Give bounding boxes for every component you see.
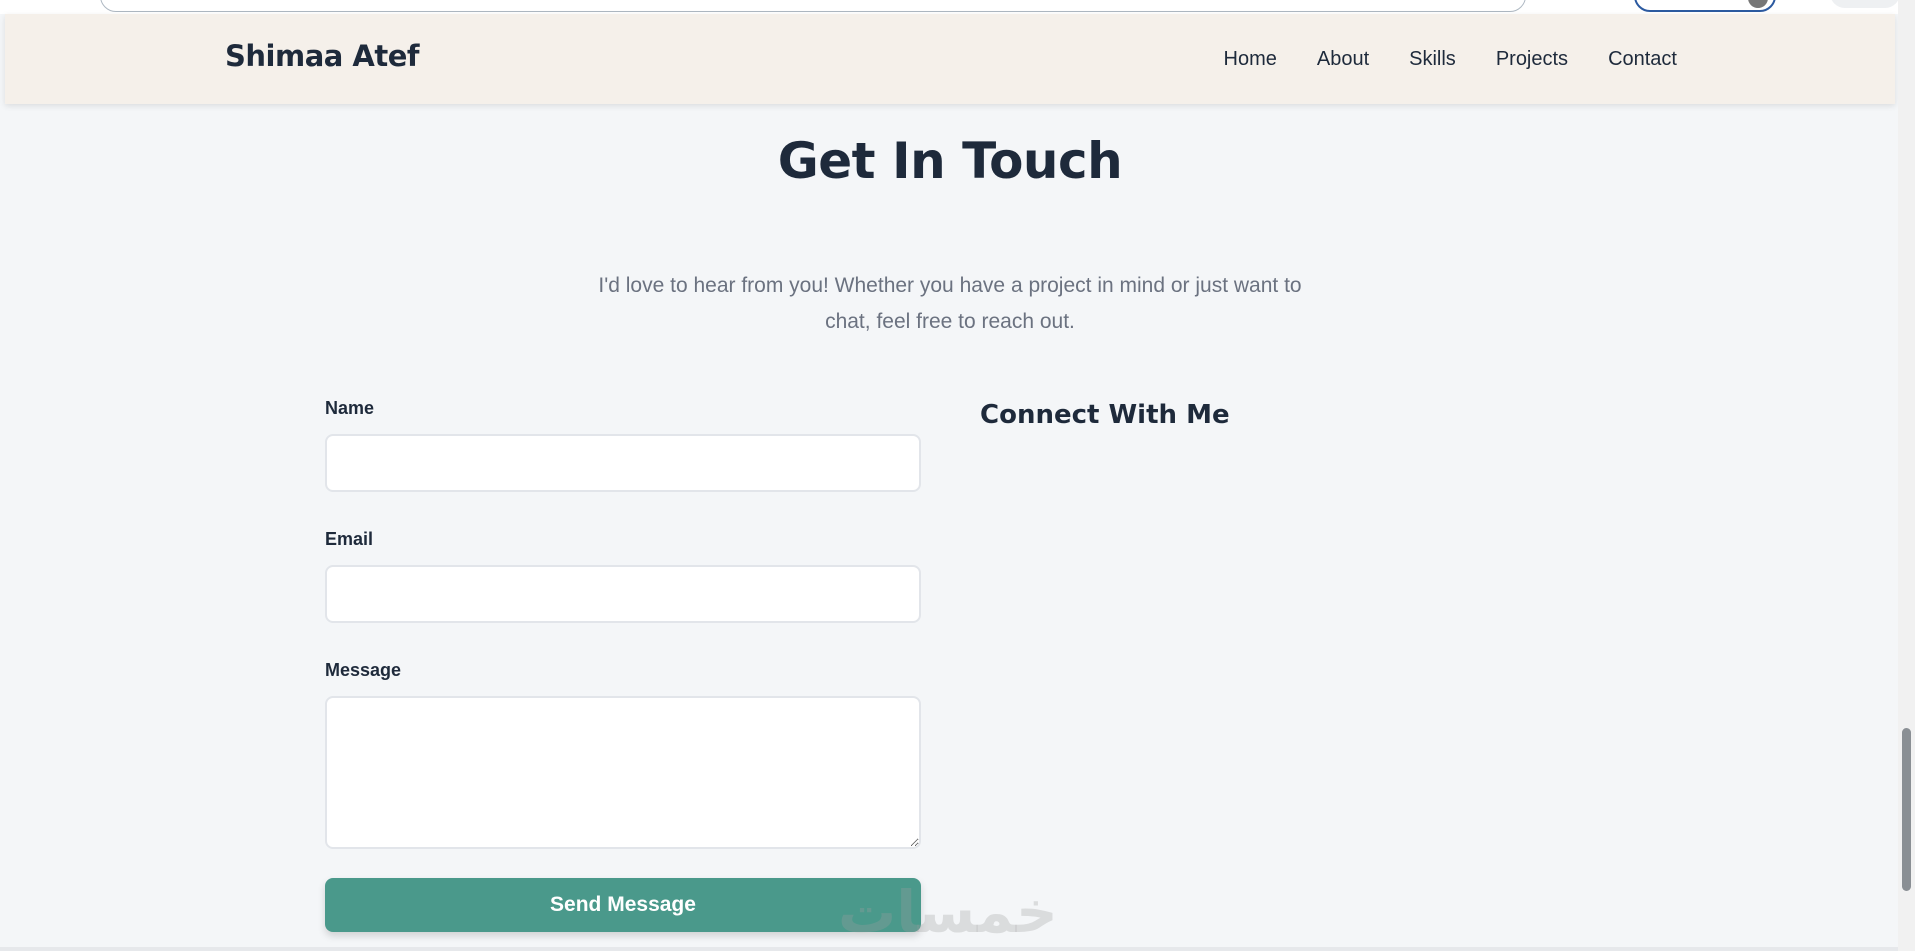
send-message-button[interactable]: Send Message <box>325 878 921 932</box>
navbar: Shimaa Atef Home About Skills Projects C… <box>5 14 1895 104</box>
nav-menu: Home About Skills Projects Contact <box>1224 14 1677 104</box>
message-textarea[interactable] <box>325 696 921 849</box>
site-logo[interactable]: Shimaa Atef <box>225 39 420 73</box>
page-bottom-edge <box>0 947 1898 951</box>
scrollbar-thumb[interactable] <box>1902 728 1911 891</box>
nav-link-skills[interactable]: Skills <box>1409 48 1456 71</box>
nav-link-projects[interactable]: Projects <box>1496 48 1568 71</box>
nav-link-home[interactable]: Home <box>1224 48 1277 71</box>
nav-link-contact[interactable]: Contact <box>1608 48 1677 71</box>
avatar <box>1748 0 1768 8</box>
nav-link-about[interactable]: About <box>1317 48 1369 71</box>
section-title: Get In Touch <box>777 132 1123 190</box>
watermark-logo: خمسات <box>838 878 1058 946</box>
connect-title: Connect With Me <box>980 400 1230 430</box>
email-input[interactable] <box>325 565 921 623</box>
browser-chrome <box>0 0 1915 14</box>
name-input[interactable] <box>325 434 921 492</box>
address-bar[interactable] <box>100 0 1526 12</box>
name-label: Name <box>325 398 375 418</box>
profile-button[interactable] <box>1634 0 1776 12</box>
extensions-button[interactable] <box>1830 0 1900 8</box>
section-subtitle: I'd love to hear from you! Whether you h… <box>598 274 1302 333</box>
email-label: Email <box>325 529 374 549</box>
contact-form: Name Email Message Send Message <box>325 398 921 932</box>
message-label: Message <box>325 660 402 680</box>
